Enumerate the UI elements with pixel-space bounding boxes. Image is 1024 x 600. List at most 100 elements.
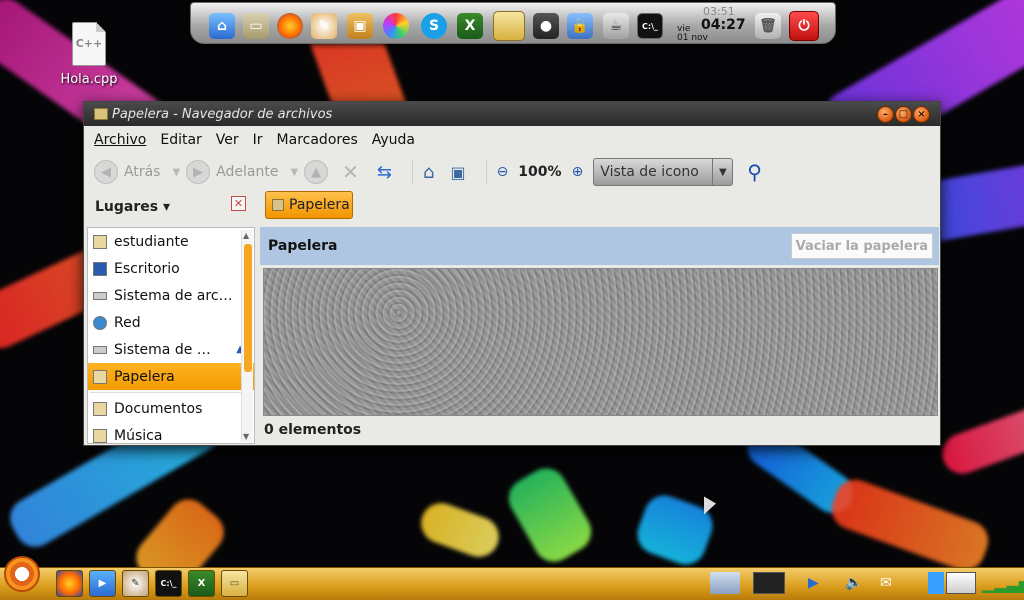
back-arrow-icon: ◀: [94, 160, 118, 184]
forward-arrow-icon: ▶: [186, 160, 211, 184]
sidebar-item-papelera[interactable]: Papelera: [88, 363, 254, 390]
firefox-icon[interactable]: [56, 570, 83, 597]
trash-info-bar: Papelera Vaciar la papelera: [260, 227, 939, 265]
sidebar-item-label: Papelera: [114, 368, 175, 385]
volume-icon[interactable]: 🔈: [845, 572, 863, 594]
scroll-up-icon[interactable]: ▲: [243, 231, 249, 240]
sidebar-separator: [90, 390, 252, 393]
menu-archivo[interactable]: Archivo: [94, 132, 146, 148]
back-label: Atrás: [124, 164, 161, 180]
terminal-icon[interactable]: C:\_: [637, 13, 663, 39]
spreadsheet-icon[interactable]: X: [457, 13, 483, 39]
speaker-icon[interactable]: ●: [533, 13, 559, 39]
back-history-dropdown[interactable]: ▼: [172, 167, 180, 178]
trash-icon[interactable]: 🗑: [755, 13, 781, 39]
window-folder-icon: [94, 108, 108, 120]
sidebar-item-label: Red: [114, 314, 141, 331]
menu-bar: Archivo Editar Ver Ir Marcadores Ayuda: [84, 126, 940, 154]
view-mode-select[interactable]: Vista de icono ▼: [593, 158, 734, 186]
documents-icon: [93, 401, 107, 416]
chevron-down-icon: ▼: [712, 159, 732, 185]
network-icon[interactable]: [383, 13, 409, 39]
close-sidebar-button[interactable]: ✕: [231, 196, 246, 211]
up-button[interactable]: ▲: [304, 160, 329, 184]
search-button[interactable]: ⚲: [747, 160, 762, 184]
trash-icon[interactable]: ▭: [221, 570, 248, 597]
empty-trash-button[interactable]: Vaciar la papelera: [790, 233, 933, 259]
zoom-out-button[interactable]: ⊖: [497, 164, 509, 180]
places-sidebar: estudiante Escritorio Sistema de arc… Re…: [87, 227, 255, 444]
menu-marcadores[interactable]: Marcadores: [277, 132, 358, 148]
forward-label: Adelante: [216, 164, 279, 180]
scroll-down-icon[interactable]: ▼: [243, 432, 249, 441]
drive-icon: [93, 291, 107, 300]
network-manager-icon[interactable]: [710, 572, 740, 594]
package-icon[interactable]: ▣: [347, 13, 373, 39]
dock-clock: 03:51 04:27 vie 01 nov: [675, 5, 755, 43]
stop-button[interactable]: ✕: [342, 160, 359, 184]
window-titlebar[interactable]: Papelera - Navegador de archivos – □ ×: [84, 102, 940, 126]
breadcrumb-label: Papelera: [289, 197, 350, 213]
sidebar-item-documentos[interactable]: Documentos: [88, 395, 254, 422]
music-icon: [93, 428, 107, 443]
media-player-icon[interactable]: ▶: [89, 570, 116, 597]
sidebar-scrollbar[interactable]: ▲ ▼: [241, 230, 253, 442]
trash-icon: [272, 199, 284, 211]
toolbar-separator: [485, 160, 487, 184]
sidebar-item-label: Escritorio: [114, 260, 180, 277]
window-title: Papelera - Navegador de archivos: [112, 106, 333, 122]
home-icon[interactable]: ⌂: [209, 13, 235, 39]
clock-date: vie 01 nov: [677, 24, 708, 43]
file-manager-icon[interactable]: [493, 11, 525, 41]
places-dropdown[interactable]: Lugares ▾: [95, 199, 170, 215]
menu-ir[interactable]: Ir: [253, 132, 263, 148]
display-icon[interactable]: [946, 572, 976, 594]
desktop-file-label: Hola.cpp: [60, 72, 118, 87]
menu-ver[interactable]: Ver: [216, 132, 239, 148]
desktop-file-hola-cpp[interactable]: C++ Hola.cpp: [56, 22, 122, 87]
zoom-in-button[interactable]: ⊕: [572, 164, 584, 180]
sidebar-item-estudiante[interactable]: estudiante: [88, 228, 254, 255]
close-button[interactable]: ×: [913, 106, 930, 123]
breadcrumb-papelera[interactable]: Papelera: [265, 191, 353, 219]
scrollbar-thumb[interactable]: [244, 244, 252, 372]
folder-icon[interactable]: ▭: [243, 13, 269, 39]
content-title: Papelera: [268, 238, 338, 254]
signal-icon[interactable]: ▁▂▃▅: [982, 572, 1024, 594]
power-icon[interactable]: ⏻: [789, 11, 819, 41]
menu-editar[interactable]: Editar: [160, 132, 201, 148]
notification-icon[interactable]: ✉: [880, 572, 902, 594]
teapot-icon[interactable]: ☕: [603, 13, 629, 39]
maximize-button[interactable]: □: [895, 106, 912, 123]
lock-icon[interactable]: 🔒: [567, 13, 593, 39]
sidebar-item-filesystem[interactable]: Sistema de arc…: [88, 282, 254, 309]
location-row: Lugares ▾ ✕ Papelera: [84, 190, 940, 226]
trash-icon: [93, 369, 107, 384]
firefox-icon[interactable]: [277, 13, 303, 39]
reload-button[interactable]: ⇆: [377, 162, 392, 183]
sidebar-item-volume[interactable]: Sistema de … ▲: [88, 336, 254, 363]
media-icon[interactable]: ▶: [808, 572, 826, 594]
update-icon[interactable]: [928, 572, 944, 594]
skype-icon[interactable]: S: [421, 13, 447, 39]
file-view-area[interactable]: [263, 268, 938, 416]
desktop-icon: [93, 261, 107, 276]
cpp-file-icon: C++: [72, 22, 106, 66]
computer-button[interactable]: ▣: [450, 163, 465, 182]
spreadsheet-icon[interactable]: X: [188, 570, 215, 597]
system-monitor-icon[interactable]: [753, 572, 785, 594]
forward-button[interactable]: ▶ Adelante: [186, 160, 278, 184]
menu-ayuda[interactable]: Ayuda: [372, 132, 415, 148]
toolbar: ◀ Atrás ▼ ▶ Adelante ▼ ▲ ✕ ⇆ ⌂ ▣ ⊖ 100% …: [84, 154, 940, 190]
ubuntu-menu-icon[interactable]: [4, 556, 40, 592]
terminal-icon[interactable]: C:\_: [155, 570, 182, 597]
sidebar-item-escritorio[interactable]: Escritorio: [88, 255, 254, 282]
home-button[interactable]: ⌂: [423, 162, 434, 183]
paint-icon[interactable]: ✎: [311, 13, 337, 39]
forward-history-dropdown[interactable]: ▼: [290, 167, 298, 178]
sidebar-item-musica[interactable]: Música: [88, 422, 254, 443]
paint-icon[interactable]: ✎: [122, 570, 149, 597]
sidebar-item-red[interactable]: Red: [88, 309, 254, 336]
minimize-button[interactable]: –: [877, 106, 894, 123]
back-button[interactable]: ◀ Atrás: [94, 160, 160, 184]
